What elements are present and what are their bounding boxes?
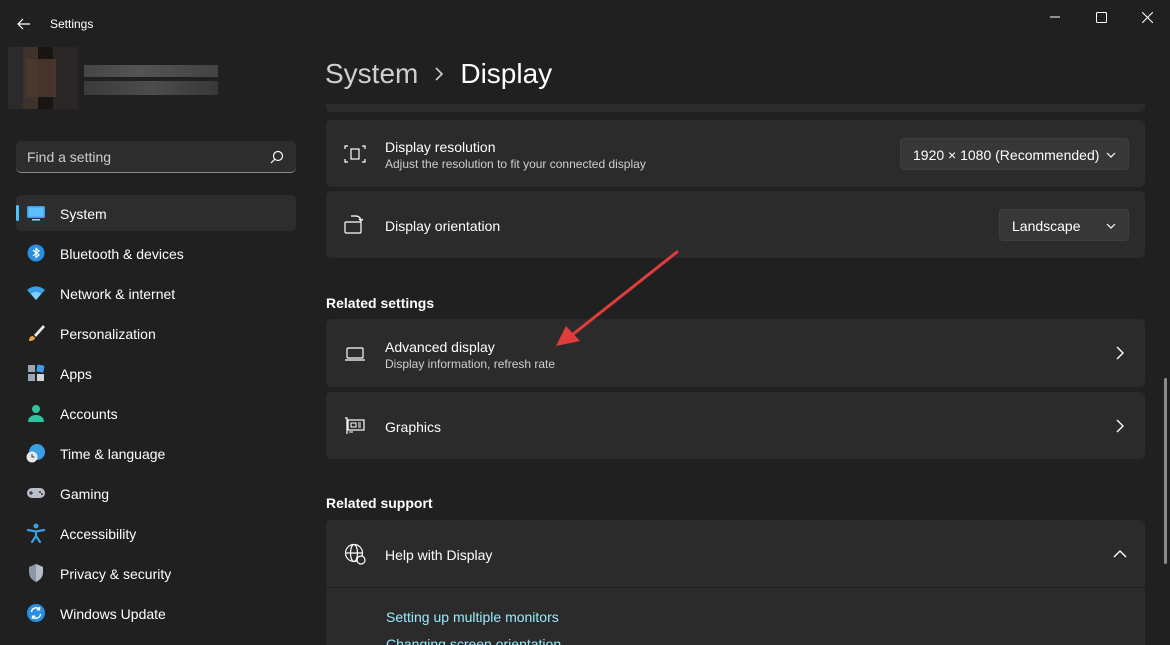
related-settings-heading: Related settings (326, 295, 435, 311)
chevron-down-icon (1106, 152, 1116, 158)
sidebar-item-accounts[interactable]: Accounts (16, 395, 296, 431)
wifi-icon (26, 284, 46, 302)
card-subtitle: Display information, refresh rate (385, 357, 556, 371)
accessibility-icon (26, 523, 46, 543)
sidebar-item-label: Personalization (60, 326, 156, 342)
dropdown-value: Landscape (1012, 218, 1081, 234)
chevron-right-icon (1116, 419, 1124, 433)
previous-card-edge (326, 104, 1145, 112)
shield-icon (26, 564, 46, 582)
app-title: Settings (50, 17, 94, 31)
search-input[interactable] (16, 141, 266, 172)
globe-clock-icon (26, 444, 46, 463)
dropdown-value: 1920 × 1080 (Recommended) (913, 147, 1100, 163)
person-icon (26, 404, 46, 422)
card-title: Display resolution (385, 139, 496, 155)
card-title: Help with Display (385, 547, 493, 563)
sidebar-item-accessibility[interactable]: Accessibility (16, 515, 296, 551)
user-profile[interactable] (8, 47, 228, 109)
gamepad-icon (26, 484, 46, 502)
brush-icon (26, 324, 46, 342)
advanced-display-card[interactable]: Advanced display Display information, re… (326, 319, 1145, 387)
resolution-dropdown[interactable]: 1920 × 1080 (Recommended) (900, 138, 1129, 170)
user-name-redacted (84, 65, 218, 77)
sidebar-item-label: Accounts (60, 406, 118, 422)
support-link[interactable]: Changing screen orientation (386, 636, 561, 645)
sidebar-item-privacy[interactable]: Privacy & security (16, 555, 296, 591)
sidebar-item-gaming[interactable]: Gaming (16, 475, 296, 511)
monitor-icon (26, 204, 46, 222)
apps-icon (26, 364, 46, 382)
sidebar-item-apps[interactable]: Apps (16, 355, 296, 391)
sidebar-item-label: System (60, 206, 107, 222)
sidebar-nav: System Bluetooth & devices Network & int… (16, 195, 296, 635)
sidebar-item-label: Privacy & security (60, 566, 172, 582)
orientation-dropdown[interactable]: Landscape (999, 209, 1129, 241)
update-icon (26, 604, 46, 622)
card-title: Advanced display (385, 339, 495, 355)
sidebar-item-network[interactable]: Network & internet (16, 275, 296, 311)
sidebar-item-system[interactable]: System (16, 195, 296, 231)
title-bar: Settings (0, 0, 1170, 48)
search-box[interactable] (16, 141, 296, 173)
graphics-card-icon (344, 415, 366, 437)
scrollbar[interactable] (1164, 378, 1167, 564)
sidebar-item-label: Apps (60, 366, 92, 382)
card-title: Display orientation (385, 218, 501, 234)
sidebar-item-label: Bluetooth & devices (60, 246, 184, 262)
chevron-right-icon (1116, 346, 1124, 360)
orientation-icon (344, 214, 366, 236)
breadcrumb-parent[interactable]: System (325, 58, 418, 90)
sidebar-item-label: Accessibility (60, 526, 137, 542)
related-support-heading: Related support (326, 495, 433, 511)
sidebar-item-windows-update[interactable]: Windows Update (16, 595, 296, 631)
chevron-right-icon (434, 67, 444, 81)
sidebar-item-label: Time & language (60, 446, 166, 462)
graphics-card[interactable]: Graphics (326, 392, 1145, 459)
resolution-icon (344, 143, 366, 165)
page-title: Display (460, 58, 553, 89)
back-arrow-icon (17, 18, 30, 30)
search-icon (270, 150, 284, 164)
chevron-up-icon (1113, 550, 1127, 558)
sidebar-item-label: Windows Update (60, 606, 166, 622)
minimize-icon (1050, 16, 1060, 18)
globe-help-icon (344, 543, 366, 565)
support-link[interactable]: Setting up multiple monitors (386, 609, 559, 625)
maximize-button[interactable] (1081, 0, 1121, 34)
bluetooth-icon (26, 244, 46, 262)
avatar (8, 47, 78, 109)
help-with-display-header[interactable]: Help with Display (326, 520, 1145, 587)
card-subtitle: Adjust the resolution to fit your connec… (385, 157, 646, 171)
minimize-button[interactable] (1035, 0, 1075, 34)
display-resolution-card: Display resolution Adjust the resolution… (326, 120, 1145, 187)
chevron-down-icon (1106, 223, 1116, 229)
sidebar-item-personalization[interactable]: Personalization (16, 315, 296, 351)
breadcrumb: System Display (325, 58, 552, 90)
back-button[interactable] (10, 10, 38, 38)
user-email-redacted (84, 81, 218, 95)
close-button[interactable] (1127, 0, 1167, 34)
maximize-icon (1095, 11, 1107, 23)
close-icon (1141, 11, 1153, 23)
display-orientation-card: Display orientation Landscape (326, 191, 1145, 258)
sidebar-item-time-language[interactable]: Time & language (16, 435, 296, 471)
sidebar-item-bluetooth[interactable]: Bluetooth & devices (16, 235, 296, 271)
sidebar-item-label: Network & internet (60, 286, 176, 302)
card-title: Graphics (385, 419, 442, 435)
sidebar-item-label: Gaming (60, 486, 110, 502)
laptop-icon (344, 343, 366, 365)
